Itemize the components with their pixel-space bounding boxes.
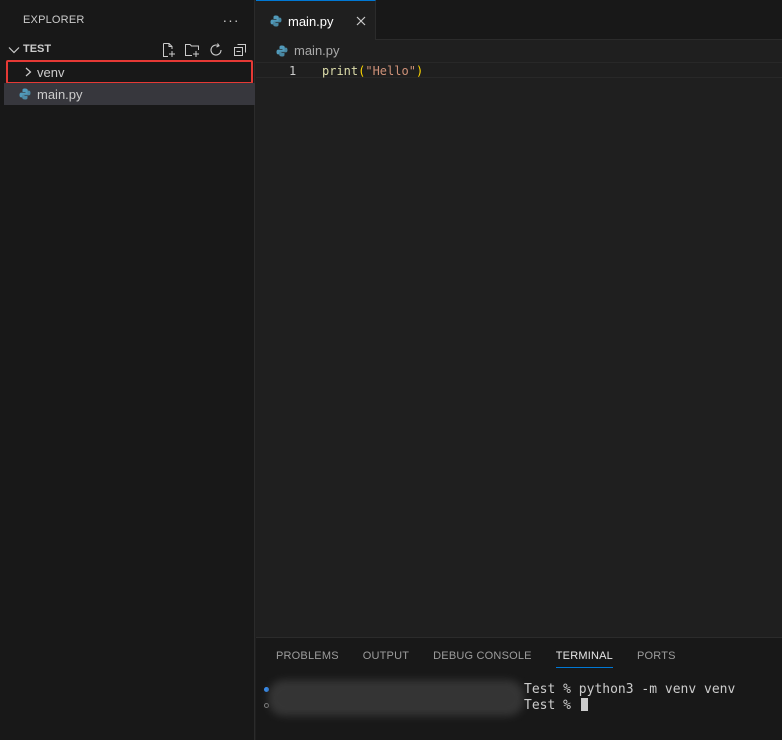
explorer-sidebar: EXPLORER ··· TEST venv main.py [0,0,255,740]
terminal-line: Test % [524,698,588,713]
terminal[interactable]: Test % python3 -m venv venv Test % [256,680,782,740]
tab-problems[interactable]: PROBLEMS [276,650,339,672]
workspace-title: TEST [23,43,52,55]
code-text: print("Hello") [322,64,423,78]
collapse-all-icon[interactable] [231,41,249,59]
code-editor[interactable]: 1 print("Hello") [256,62,782,637]
terminal-prompt: Test % [524,698,579,713]
chevron-right-icon [25,67,32,77]
python-file-icon [19,88,31,100]
tree-item-label: venv [37,65,65,80]
code-token-paren: ) [415,64,424,78]
workspace-section-header[interactable]: TEST [0,39,255,61]
python-file-icon [276,45,288,57]
code-line: 1 print("Hello") [256,62,782,78]
tree-item-main-py[interactable]: main.py [4,83,255,105]
tab-ports[interactable]: PORTS [637,650,676,672]
redacted-prompt [268,680,524,716]
more-actions-icon[interactable]: ··· [221,10,241,30]
tab-output[interactable]: OUTPUT [363,650,409,672]
bottom-panel: PROBLEMS OUTPUT DEBUG CONSOLE TERMINAL P… [256,637,782,740]
code-token-function: print [322,64,359,78]
new-file-icon[interactable] [159,41,177,59]
tab-debug-console[interactable]: DEBUG CONSOLE [433,650,532,672]
python-file-icon [270,15,282,27]
tab-terminal[interactable]: TERMINAL [555,650,614,672]
breadcrumb-item[interactable]: main.py [294,43,340,58]
code-token-string: "Hello" [365,64,416,78]
chevron-down-icon [8,47,20,54]
terminal-cursor [580,698,588,711]
explorer-title: EXPLORER [23,14,85,26]
tree-item-label: main.py [37,87,83,102]
terminal-line: Test % python3 -m venv venv [524,682,736,697]
breadcrumb: main.py [256,40,782,62]
section-actions [159,41,249,59]
panel-tabs: PROBLEMS OUTPUT DEBUG CONSOLE TERMINAL P… [276,650,676,672]
tab-main-py[interactable]: main.py [256,0,376,40]
close-icon[interactable] [354,14,368,28]
line-number: 1 [289,64,297,78]
explorer-header: EXPLORER ··· [0,0,255,40]
new-folder-icon[interactable] [183,41,201,59]
refresh-icon[interactable] [207,41,225,59]
editor-tab-bar: main.py [256,0,782,40]
tree-item-venv[interactable]: venv [4,61,255,83]
tab-label: main.py [288,14,334,29]
